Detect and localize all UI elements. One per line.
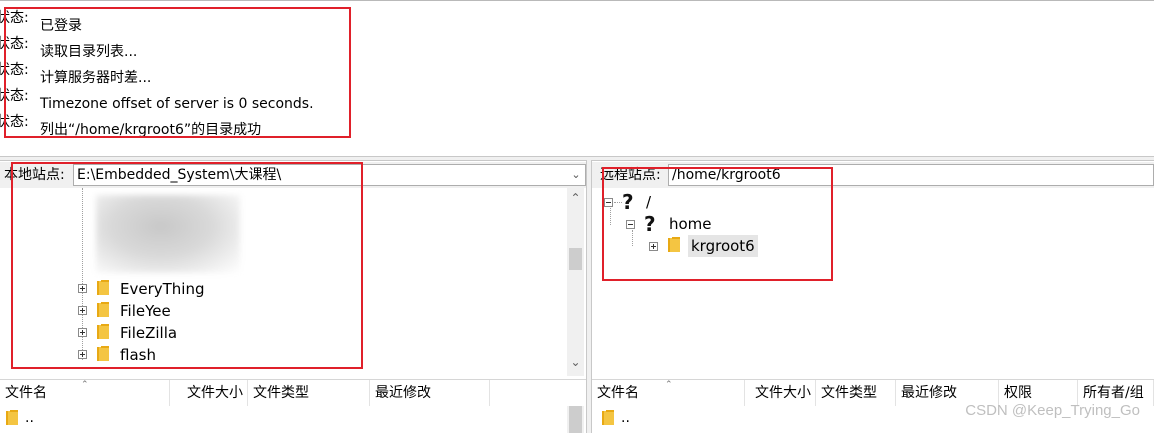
column-filetype[interactable]: 文件类型	[816, 380, 896, 407]
log-line: 状态: Timezone offset of server is 0 second…	[0, 84, 314, 112]
list-item-label: ..	[25, 410, 34, 426]
expand-plus-icon[interactable]	[78, 350, 87, 359]
log-splitter[interactable]	[0, 156, 1154, 161]
column-filetype[interactable]: 文件类型	[248, 380, 370, 407]
scroll-thumb[interactable]	[569, 406, 582, 433]
folder-icon	[97, 280, 109, 295]
local-tree-scrollbar[interactable]: ⌃ ⌄	[567, 188, 584, 376]
log-status-label: 状态:	[0, 10, 29, 26]
tree-guide-line	[610, 208, 611, 225]
log-status-label: 状态:	[0, 114, 29, 130]
local-directory-tree[interactable]: EveryThing FileYee FileZilla flash ⌃ ⌄	[0, 188, 586, 376]
expand-plus-icon[interactable]	[649, 242, 658, 251]
blurred-region	[96, 195, 240, 273]
question-folder-icon: ?	[622, 191, 636, 213]
expand-plus-icon[interactable]	[78, 306, 87, 315]
chevron-up-icon[interactable]: ⌃	[567, 190, 584, 207]
local-path-input[interactable]: E:\Embedded_System\大课程\ ⌄	[73, 164, 586, 186]
tree-item-label: FileYee	[120, 302, 171, 320]
column-filesize[interactable]: 文件大小	[745, 380, 816, 407]
remote-path-text: /home/krgroot6	[672, 167, 781, 183]
folder-icon	[6, 410, 18, 425]
chevron-down-icon[interactable]: ⌄	[567, 165, 585, 185]
tree-item-label: EveryThing	[120, 280, 205, 298]
message-log[interactable]: 状态: 已登录 状态: 读取目录列表... 状态: 计算服务器时差... 状态: Tim…	[0, 0, 1154, 157]
log-status-label: 状态:	[0, 36, 29, 52]
remote-path-input[interactable]: /home/krgroot6	[668, 164, 1154, 186]
remote-directory-tree[interactable]: ? / ? home krgroot6	[592, 188, 1154, 376]
log-status-label: 状态:	[0, 88, 29, 104]
local-file-list-header: ⌃ 文件名 文件大小 文件类型 最近修改	[0, 379, 586, 407]
log-line: 状态: 列出“/home/krgroot6”的目录成功	[0, 110, 261, 138]
local-list-scrollbar[interactable]	[567, 406, 584, 433]
folder-icon	[97, 302, 109, 317]
local-site-bar: 本地站点: E:\Embedded_System\大课程\ ⌄	[0, 162, 586, 188]
watermark: CSDN @Keep_Trying_Go	[965, 402, 1140, 419]
tree-item-label: flash	[120, 346, 156, 364]
log-line: 状态: 已登录	[0, 6, 82, 34]
remote-site-label: 远程站点:	[600, 167, 661, 183]
folder-icon	[602, 410, 614, 425]
column-filesize[interactable]: 文件大小	[170, 380, 248, 407]
tree-guide-line	[614, 202, 622, 203]
folder-icon	[668, 237, 680, 252]
expand-plus-icon[interactable]	[78, 284, 87, 293]
scroll-thumb[interactable]	[569, 248, 582, 270]
local-file-list[interactable]: ..	[0, 406, 586, 433]
local-site-label: 本地站点:	[4, 167, 65, 183]
tree-guide-line	[632, 230, 633, 246]
column-filename[interactable]: 文件名	[0, 380, 170, 407]
log-line: 状态: 计算服务器时差...	[0, 58, 151, 86]
column-filename[interactable]: 文件名	[592, 380, 745, 407]
expand-plus-icon[interactable]	[78, 328, 87, 337]
tree-item-label: home	[669, 215, 712, 233]
question-folder-icon: ?	[644, 213, 658, 235]
folder-icon	[97, 324, 109, 339]
chevron-down-icon[interactable]: ⌄	[567, 354, 584, 371]
collapse-minus-icon[interactable]	[604, 198, 613, 207]
collapse-minus-icon[interactable]	[626, 220, 635, 229]
log-line: 状态: 读取目录列表...	[0, 32, 137, 60]
list-item-label: ..	[621, 410, 630, 426]
log-message: 列出“/home/krgroot6”的目录成功	[40, 122, 262, 138]
column-modified[interactable]: 最近修改	[370, 380, 490, 407]
log-status-label: 状态:	[0, 62, 29, 78]
tree-item-label: krgroot6	[688, 235, 758, 257]
tree-item-label: /	[646, 193, 652, 211]
tree-item-label: FileZilla	[120, 324, 178, 342]
remote-site-bar: 远程站点: /home/krgroot6	[592, 162, 1154, 188]
folder-icon	[97, 346, 109, 361]
local-path-text: E:\Embedded_System\大课程\	[77, 167, 282, 183]
